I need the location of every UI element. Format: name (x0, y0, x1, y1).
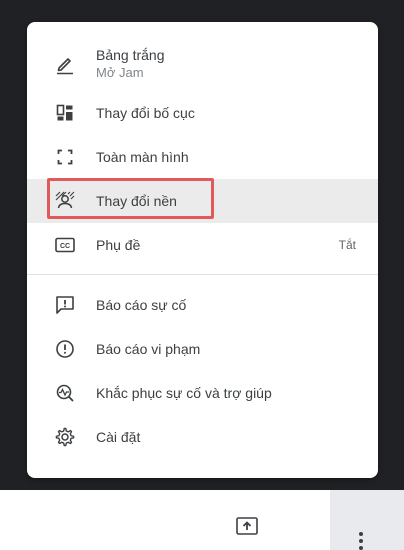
menu-item-troubleshoot[interactable]: Khắc phục sự cố và trợ giúp (27, 371, 378, 415)
report-abuse-label: Báo cáo vi phạm (96, 341, 201, 357)
alert-circle-icon (53, 337, 77, 361)
change-background-label: Thay đổi nền (96, 193, 177, 209)
settings-gear-icon (53, 425, 77, 449)
troubleshoot-icon (53, 381, 77, 405)
settings-label: Cài đặt (96, 429, 141, 445)
menu-item-change-background[interactable]: Thay đổi nền (27, 179, 378, 223)
menu-item-report-problem[interactable]: Báo cáo sự cố (27, 283, 378, 327)
menu-item-change-layout[interactable]: Thay đổi bố cục (27, 91, 378, 135)
menu-divider (27, 274, 378, 275)
bottom-right-panel (330, 490, 404, 550)
options-menu: Bảng trắng Mở Jam Thay đổi bố cục Toàn m… (27, 22, 378, 478)
layout-icon (53, 101, 77, 125)
menu-item-report-abuse[interactable]: Báo cáo vi phạm (27, 327, 378, 371)
background-effect-icon (53, 189, 77, 213)
menu-item-captions[interactable]: CC Phụ đề Tắt (27, 223, 378, 267)
feedback-icon (53, 293, 77, 317)
captions-status: Tắt (338, 238, 356, 252)
troubleshoot-label: Khắc phục sự cố và trợ giúp (96, 385, 272, 401)
menu-item-fullscreen[interactable]: Toàn màn hình (27, 135, 378, 179)
report-problem-label: Báo cáo sự cố (96, 297, 187, 313)
whiteboard-sublabel: Mở Jam (96, 65, 144, 80)
pencil-underline-icon (53, 53, 77, 77)
menu-item-settings[interactable]: Cài đặt (27, 415, 378, 459)
whiteboard-label: Bảng trắng (96, 47, 165, 63)
present-screen-icon[interactable] (236, 517, 258, 535)
fullscreen-label: Toàn màn hình (96, 149, 189, 165)
captions-label: Phụ đề (96, 237, 141, 253)
closed-caption-icon: CC (53, 233, 77, 257)
svg-text:CC: CC (60, 243, 70, 250)
menu-item-whiteboard[interactable]: Bảng trắng Mở Jam (27, 40, 378, 90)
more-vertical-icon[interactable] (357, 530, 365, 550)
change-layout-label: Thay đổi bố cục (96, 105, 195, 121)
fullscreen-icon (53, 145, 77, 169)
